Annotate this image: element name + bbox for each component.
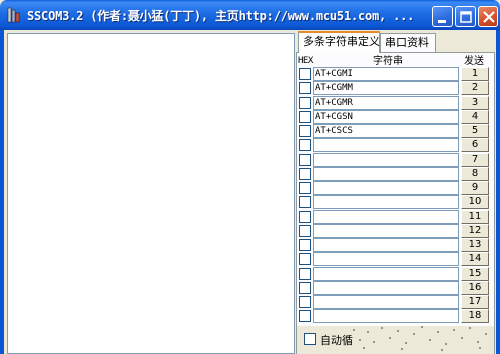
hex-checkbox[interactable] — [299, 68, 311, 80]
string-row: AT+CGMR 3 — [299, 95, 491, 110]
string-row: 17 — [299, 295, 491, 309]
hex-checkbox[interactable] — [299, 296, 311, 308]
string-row: 13 — [299, 238, 491, 252]
maximize-icon — [460, 11, 472, 23]
send-button[interactable]: 8 — [461, 166, 489, 181]
hex-checkbox[interactable] — [299, 139, 311, 152]
window-title: SSCOM3.2 (作者:聂小猛(丁丁), 主页http://www.mcu51… — [27, 9, 415, 23]
string-input[interactable] — [313, 238, 459, 252]
string-input[interactable]: AT+CGMR — [313, 95, 459, 110]
hex-checkbox[interactable] — [299, 110, 311, 123]
string-input[interactable]: AT+CGSN — [313, 109, 459, 124]
send-button[interactable]: 14 — [461, 252, 489, 267]
minimize-button[interactable] — [432, 6, 453, 27]
hex-checkbox[interactable] — [299, 82, 311, 95]
send-button[interactable]: 5 — [461, 124, 489, 138]
string-row: 15 — [299, 266, 491, 281]
send-button[interactable]: 6 — [461, 138, 489, 153]
string-row: AT+CSCS 5 — [299, 124, 491, 138]
string-row: AT+CGMI 1 — [299, 67, 491, 81]
string-input[interactable] — [313, 223, 459, 238]
send-button[interactable]: 11 — [461, 209, 489, 224]
string-row: 8 — [299, 166, 491, 181]
send-button[interactable]: 2 — [461, 81, 489, 96]
hex-checkbox[interactable] — [299, 310, 311, 323]
hex-checkbox[interactable] — [299, 153, 311, 166]
send-button[interactable]: 3 — [461, 95, 489, 110]
hex-checkbox[interactable] — [299, 281, 311, 294]
window-frame-left — [0, 30, 4, 354]
string-row: 12 — [299, 223, 491, 238]
hex-checkbox[interactable] — [299, 267, 311, 280]
hex-checkbox[interactable] — [299, 125, 311, 137]
string-input[interactable] — [313, 138, 459, 153]
string-input[interactable] — [313, 166, 459, 181]
send-button[interactable]: 15 — [461, 266, 489, 281]
send-button[interactable]: 4 — [461, 109, 489, 124]
send-button[interactable]: 16 — [461, 280, 489, 295]
string-row: 14 — [299, 252, 491, 267]
string-input[interactable] — [313, 295, 459, 309]
hex-checkbox[interactable] — [299, 224, 311, 237]
hex-checkbox[interactable] — [299, 96, 311, 109]
string-input[interactable]: AT+CGMM — [313, 81, 459, 96]
hex-checkbox[interactable] — [299, 182, 311, 194]
string-input[interactable] — [313, 266, 459, 281]
string-input[interactable] — [313, 152, 459, 167]
send-button[interactable]: 1 — [461, 67, 489, 81]
tab-port-info[interactable]: 串口资料 — [380, 33, 436, 52]
tab-multi-string[interactable]: 多条字符串定义 — [298, 31, 380, 53]
send-button[interactable]: 7 — [461, 152, 489, 167]
string-input[interactable] — [313, 195, 459, 210]
hex-checkbox[interactable] — [299, 210, 311, 223]
string-row: 16 — [299, 280, 491, 295]
send-button[interactable]: 9 — [461, 181, 489, 195]
string-row: AT+CGMM 2 — [299, 81, 491, 96]
watermark-pattern — [347, 326, 487, 351]
string-row: 10 — [299, 195, 491, 210]
string-row: AT+CGSN 4 — [299, 109, 491, 124]
string-row: 11 — [299, 209, 491, 224]
send-button[interactable]: 12 — [461, 223, 489, 238]
window-frame-right — [496, 30, 500, 354]
close-button[interactable] — [478, 6, 498, 27]
hex-checkbox[interactable] — [299, 167, 311, 180]
string-input[interactable]: AT+CGMI — [313, 67, 459, 81]
send-button[interactable]: 13 — [461, 238, 489, 252]
string-input[interactable] — [313, 252, 459, 267]
string-row: 7 — [299, 152, 491, 167]
hex-checkbox[interactable] — [299, 196, 311, 209]
hex-checkbox[interactable] — [299, 239, 311, 251]
title-bar[interactable]: SSCOM3.2 (作者:聂小猛(丁丁), 主页http://www.mcu51… — [0, 0, 500, 30]
tab-strip: 多条字符串定义 串口资料 — [296, 31, 496, 53]
string-input[interactable]: AT+CSCS — [313, 124, 459, 138]
hex-checkbox[interactable] — [299, 253, 311, 266]
send-button[interactable]: 10 — [461, 195, 489, 210]
receive-text-area[interactable] — [7, 33, 295, 354]
string-row: 6 — [299, 138, 491, 153]
string-input[interactable] — [313, 280, 459, 295]
auto-loop-checkbox[interactable] — [304, 333, 316, 345]
minimize-icon — [438, 20, 446, 23]
maximize-button[interactable] — [455, 6, 476, 27]
string-input[interactable] — [313, 209, 459, 224]
app-icon[interactable] — [6, 7, 22, 23]
string-row: 9 — [299, 181, 491, 195]
send-button[interactable]: 17 — [461, 295, 489, 309]
string-input[interactable] — [313, 181, 459, 195]
close-icon — [483, 11, 495, 23]
